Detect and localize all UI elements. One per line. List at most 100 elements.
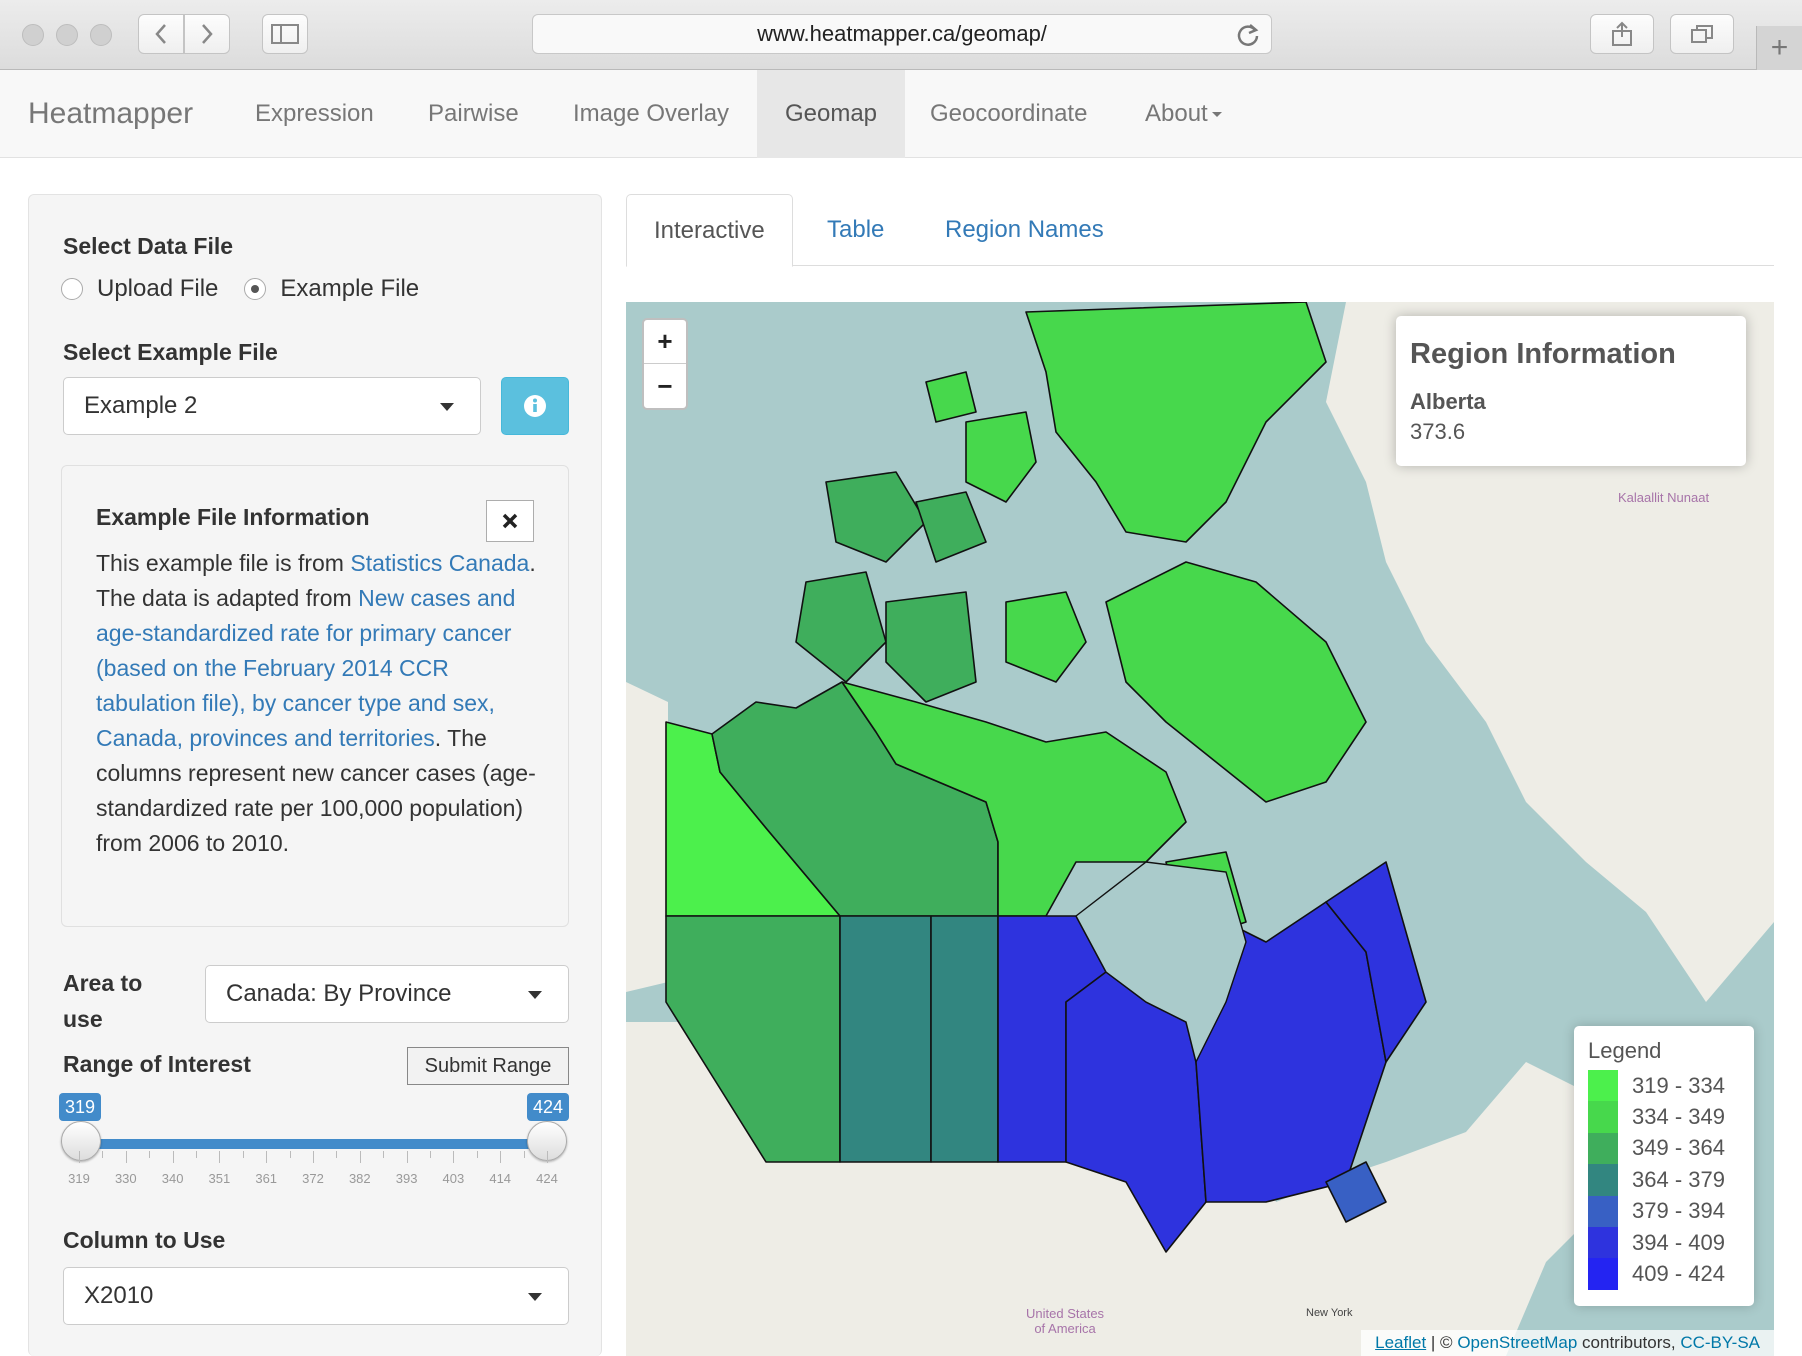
nav-geocoordinate[interactable]: Geocoordinate <box>904 70 1113 158</box>
minimize-window-dot[interactable] <box>56 24 78 46</box>
slider-tick <box>383 1151 385 1158</box>
legend-range-label: 379 - 394 <box>1632 1198 1725 1224</box>
attribution-text: contributors, <box>1577 1333 1681 1352</box>
nav-image-overlay[interactable]: Image Overlay <box>547 70 755 158</box>
example-file-select-value: Example 2 <box>84 392 198 419</box>
sidebar-toggle-button[interactable] <box>262 14 308 54</box>
dropdown-arrow-icon <box>528 991 542 999</box>
tabs-overview-button[interactable] <box>1670 14 1734 54</box>
upload-file-radio-label[interactable]: Upload File <box>97 275 218 303</box>
navbar: Heatmapper Expression Pairwise Image Ove… <box>0 70 1802 158</box>
area-select-value: Canada: By Province <box>226 980 452 1007</box>
url-bar[interactable]: www.heatmapper.ca/geomap/ <box>532 14 1272 54</box>
legend-row: 394 - 409 <box>1588 1226 1740 1259</box>
range-min-badge: 319 <box>59 1093 102 1121</box>
tab-interactive[interactable]: Interactive <box>626 194 793 267</box>
zoom-out-button[interactable]: − <box>644 364 686 408</box>
sidebar-panel: Select Data File Upload File Example Fil… <box>28 194 602 1356</box>
back-button[interactable] <box>138 14 184 54</box>
area-select[interactable]: Canada: By Province <box>205 965 569 1023</box>
legend-range-label: 394 - 409 <box>1632 1229 1725 1255</box>
geomap-canvas[interactable]: + − Region Information Alberta 373.6 Kal… <box>626 302 1774 1356</box>
brand-logo[interactable]: Heatmapper <box>28 70 193 158</box>
island-somerset[interactable] <box>1005 591 1087 683</box>
tab-region-names[interactable]: Region Names <box>918 194 1131 266</box>
slider-tick-label: 330 <box>114 1171 137 1186</box>
slider-tick <box>406 1151 408 1163</box>
new-tab-button[interactable]: + <box>1756 26 1802 70</box>
dropdown-arrow-icon <box>440 403 454 411</box>
map-attribution: Leaflet | © OpenStreetMap contributors, … <box>1361 1330 1774 1356</box>
example-file-info-panel: Example File Information This example fi… <box>61 465 569 927</box>
legend-rows: 319 - 334 334 - 349 349 - 364 364 - 379 379 … <box>1588 1070 1740 1290</box>
legend-row: 334 - 349 <box>1588 1101 1740 1133</box>
province-alberta[interactable] <box>839 915 932 1163</box>
map-label-greenland: Kalaallit Nunaat <box>1618 490 1710 505</box>
island-axel-heiberg[interactable] <box>965 411 1037 503</box>
zoom-in-button[interactable]: + <box>644 320 686 364</box>
range-slider-ticks <box>79 1151 548 1167</box>
island-melville[interactable] <box>825 471 927 563</box>
tab-table[interactable]: Table <box>800 194 911 266</box>
example-file-info-title: Example File Information <box>96 504 370 530</box>
slider-tick-label: 351 <box>208 1171 231 1186</box>
reload-icon[interactable] <box>1235 22 1261 48</box>
nav-about-dropdown[interactable]: About <box>1119 70 1248 158</box>
island-banks[interactable] <box>795 571 887 683</box>
island-ellef-ringnes[interactable] <box>925 371 977 423</box>
slider-tick <box>336 1151 338 1158</box>
island-ellesmere[interactable] <box>1025 302 1327 543</box>
caret-down-icon <box>1211 112 1222 118</box>
slider-tick <box>172 1151 174 1163</box>
island-bathurst[interactable] <box>915 491 987 563</box>
column-select-value: X2010 <box>84 1282 154 1309</box>
openstreetmap-link[interactable]: OpenStreetMap <box>1457 1333 1577 1352</box>
example-file-select[interactable]: Example 2 <box>63 377 481 435</box>
column-select[interactable]: X2010 <box>63 1267 569 1325</box>
example-file-radio[interactable] <box>244 278 267 300</box>
close-icon <box>502 513 518 529</box>
example-file-radio-label[interactable]: Example File <box>280 275 419 303</box>
legend-row: 409 - 424 <box>1588 1258 1740 1290</box>
alaska-land <box>626 682 668 992</box>
island-victoria[interactable] <box>885 591 977 703</box>
select-data-file-label: Select Data File <box>63 233 234 259</box>
zoom-window-dot[interactable] <box>90 24 112 46</box>
area-label-line1: Area to <box>63 970 143 996</box>
slider-tick <box>523 1151 525 1158</box>
province-saskatchewan[interactable] <box>930 915 999 1163</box>
legend-title: Legend <box>1588 1038 1662 1063</box>
chevron-left-icon <box>155 24 166 44</box>
attribution-separator: | © <box>1426 1333 1458 1352</box>
close-window-dot[interactable] <box>22 24 44 46</box>
map-label-usa: United States of America <box>1026 1306 1104 1336</box>
share-icon <box>1612 21 1632 46</box>
slider-tick <box>476 1151 478 1158</box>
share-button[interactable] <box>1590 14 1654 54</box>
nav-expression[interactable]: Expression <box>229 70 400 158</box>
leaflet-link[interactable]: Leaflet <box>1375 1333 1426 1352</box>
legend-range-label: 349 - 364 <box>1632 1135 1725 1161</box>
close-info-button[interactable] <box>486 500 534 542</box>
submit-range-button[interactable]: Submit Range <box>407 1047 569 1085</box>
region-info-title: Region Information <box>1410 338 1676 370</box>
license-link[interactable]: CC-BY-SA <box>1680 1333 1760 1352</box>
info-button[interactable] <box>501 377 569 435</box>
nav-pairwise[interactable]: Pairwise <box>402 70 545 158</box>
data-source-radio-group: Upload File Example File <box>61 275 419 303</box>
upload-file-radio[interactable] <box>61 278 83 300</box>
range-max-badge: 424 <box>527 1093 570 1121</box>
legend-swatch <box>1588 1101 1618 1133</box>
nav-geomap[interactable]: Geomap <box>757 70 905 158</box>
select-example-file-label: Select Example File <box>63 339 278 365</box>
forward-button[interactable] <box>184 14 230 54</box>
legend-range-label: 319 - 334 <box>1632 1072 1725 1098</box>
map-legend: Legend 319 - 334 334 - 349 349 - 364 364 - … <box>1574 1026 1754 1306</box>
range-slider-track[interactable] <box>79 1139 547 1149</box>
slider-tick <box>430 1151 431 1158</box>
statistics-canada-link[interactable]: Statistics Canada <box>350 550 529 576</box>
slider-tick <box>196 1151 197 1158</box>
provinces <box>665 302 1427 1253</box>
legend-swatch <box>1588 1226 1618 1259</box>
nav-about-label: About <box>1145 100 1208 127</box>
